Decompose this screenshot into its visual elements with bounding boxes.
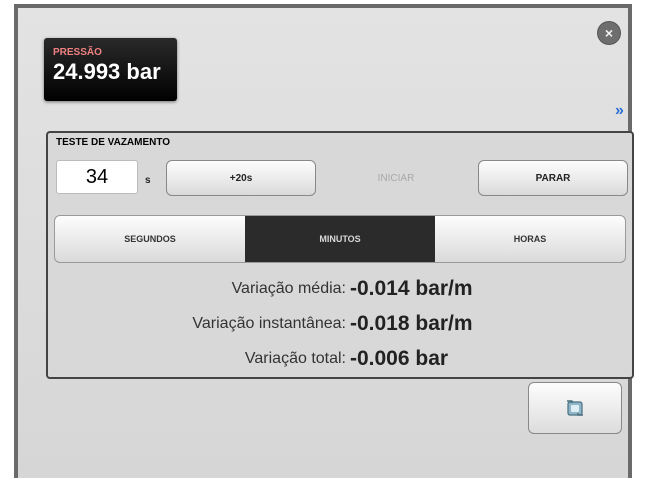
metric-total-variation: Variação total: -0.006 bar xyxy=(48,345,636,375)
timer-value-field[interactable]: 34 xyxy=(56,160,138,194)
refresh-icon xyxy=(567,400,583,416)
stop-button[interactable]: PARAR xyxy=(478,160,628,196)
metric-value: -0.014 bar/m xyxy=(350,277,473,300)
pressure-display: PRESSÃO 24.993 bar xyxy=(44,38,177,101)
unit-minutes-button[interactable]: MINUTOS xyxy=(245,216,435,262)
expand-icon[interactable]: » xyxy=(615,102,624,120)
time-unit-selector: SEGUNDOS MINUTOS HORAS xyxy=(54,215,626,263)
leak-test-panel: TESTE DE VAZAMENTO 34 s +20s INICIAR PAR… xyxy=(46,131,634,379)
leak-test-title: TESTE DE VAZAMENTO xyxy=(56,137,171,148)
close-icon[interactable]: × xyxy=(598,22,620,44)
add-20s-button[interactable]: +20s xyxy=(166,160,316,196)
metric-label: Variação instantânea: xyxy=(192,315,346,332)
refresh-button[interactable] xyxy=(528,382,622,434)
pressure-label: PRESSÃO xyxy=(53,47,102,58)
metric-label: Variação total: xyxy=(244,350,346,367)
unit-hours-button[interactable]: HORAS xyxy=(435,216,625,262)
metric-average-variation: Variação média: -0.014 bar/m xyxy=(48,275,636,305)
metric-instant-variation: Variação instantânea: -0.018 bar/m xyxy=(48,310,636,340)
pressure-value: 24.993 bar xyxy=(53,59,161,84)
start-button[interactable]: INICIAR xyxy=(321,160,471,196)
metric-label: Variação média: xyxy=(231,280,346,297)
leak-test-dialog: × PRESSÃO 24.993 bar » TESTE DE VAZAMENT… xyxy=(14,4,634,478)
unit-seconds-button[interactable]: SEGUNDOS xyxy=(55,216,245,262)
metric-value: -0.018 bar/m xyxy=(350,312,473,335)
timer-unit-label: s xyxy=(145,175,151,186)
metric-value: -0.006 bar xyxy=(350,347,449,370)
